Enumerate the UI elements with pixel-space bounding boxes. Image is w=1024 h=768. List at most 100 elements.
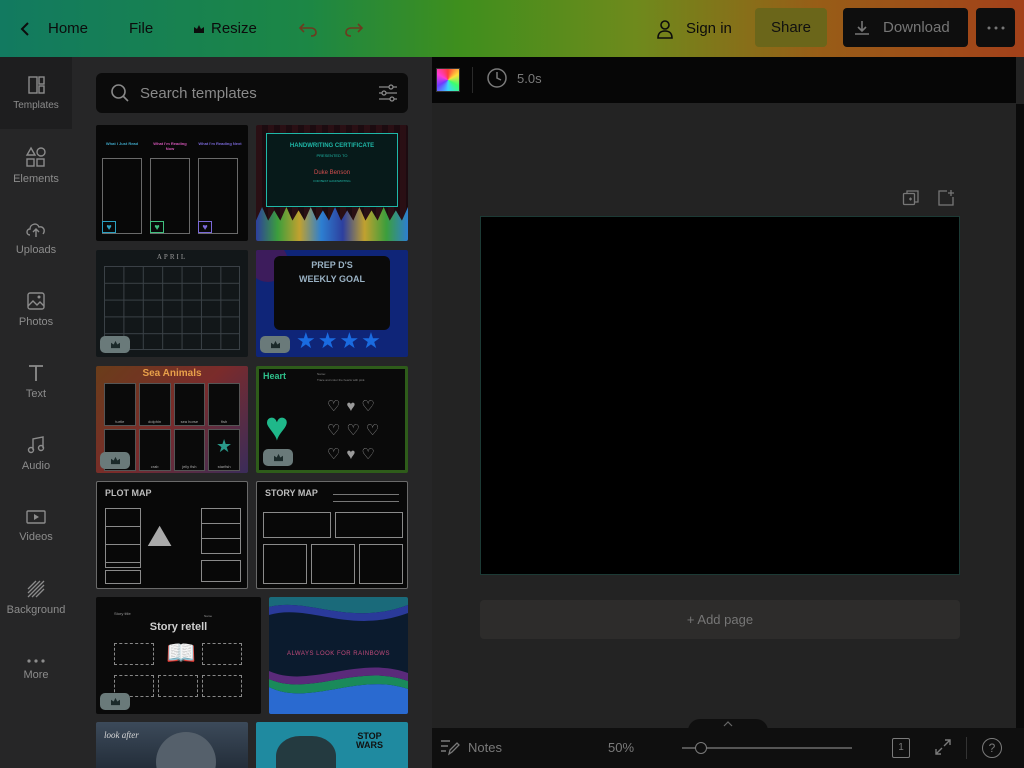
rail-item-audio[interactable]: Audio xyxy=(0,417,72,489)
redo-button[interactable] xyxy=(344,0,364,57)
tile-text: PLOT MAP xyxy=(105,488,152,498)
template-stop-wars[interactable]: STOP WARS xyxy=(256,722,408,768)
tile-text: PREP D'S xyxy=(311,260,353,270)
undo-icon xyxy=(298,22,317,37)
rail-item-text[interactable]: Text xyxy=(0,345,72,417)
rail-item-elements[interactable]: Elements xyxy=(0,129,72,201)
duration-button[interactable]: 5.0s xyxy=(486,67,542,89)
filter-sliders-icon[interactable] xyxy=(378,84,398,102)
redo-icon xyxy=(345,22,364,37)
more-dots-icon xyxy=(987,26,1004,29)
download-icon xyxy=(855,20,869,35)
tile-text: Trace and color the hearts with pink. xyxy=(317,378,366,382)
templates-panel: Search templates What I Just Read What I… xyxy=(72,57,432,768)
expand-icon xyxy=(935,739,951,755)
color-picker-swatch[interactable] xyxy=(436,68,460,92)
help-icon: ? xyxy=(988,741,996,755)
template-weekly-goal[interactable]: PREP D'S WEEKLY GOAL ★★★★ xyxy=(256,250,408,357)
help-button[interactable]: ? xyxy=(982,738,1002,758)
tile-text: APRIL xyxy=(156,253,188,261)
more-dots-icon xyxy=(27,658,45,663)
rail-item-templates[interactable]: Templates xyxy=(0,57,72,129)
premium-badge xyxy=(100,693,130,710)
template-reading-tracker[interactable]: What I Just Read What I'm Reading Now Wh… xyxy=(96,125,248,241)
tile-text: jelly fish xyxy=(182,464,197,469)
template-rainbows[interactable]: ALWAYS LOOK FOR RAINBOWS xyxy=(269,597,408,714)
template-story-map[interactable]: STORY MAP xyxy=(256,481,408,589)
template-story-retell[interactable]: Story title Name Story retell 📖 xyxy=(96,597,261,714)
home-button[interactable]: Home xyxy=(18,0,88,57)
undo-button[interactable] xyxy=(298,0,318,57)
tile-text: Story retell xyxy=(149,621,208,633)
rail-item-videos[interactable]: Videos xyxy=(0,489,72,561)
tile-text: starfish xyxy=(217,464,231,469)
template-handwriting-certificate[interactable]: HANDWRITING CERTIFICATE PRESENTED TO Duk… xyxy=(256,125,408,241)
page-count-button[interactable]: 1 xyxy=(892,738,910,758)
premium-badge xyxy=(260,336,290,353)
fullscreen-button[interactable] xyxy=(934,738,952,759)
tile-text: ALWAYS LOOK FOR RAINBOWS xyxy=(287,651,390,657)
tile-text: Name xyxy=(204,614,213,618)
rail-label-templates: Templates xyxy=(13,100,59,111)
clock-icon xyxy=(487,68,507,88)
rail-item-more[interactable]: More xyxy=(0,633,72,705)
zoom-level[interactable]: 50% xyxy=(608,740,634,755)
notes-icon xyxy=(441,740,460,756)
tile-text: WARS xyxy=(356,740,383,750)
premium-badge xyxy=(100,336,130,353)
rail-label-uploads: Uploads xyxy=(15,243,57,256)
more-options-button[interactable] xyxy=(976,8,1015,47)
duplicate-page-button[interactable] xyxy=(902,189,920,212)
tile-text: Duke Benson xyxy=(313,170,351,176)
rail-item-background[interactable]: Background xyxy=(0,561,72,633)
tile-text: sea horse xyxy=(180,418,199,424)
zoom-slider[interactable] xyxy=(682,747,852,749)
duplicate-icon xyxy=(902,190,919,206)
add-page-icon-button[interactable] xyxy=(937,189,955,212)
add-page-button[interactable]: + Add page xyxy=(480,600,960,639)
crown-icon xyxy=(194,24,204,33)
file-menu-button[interactable]: File xyxy=(129,0,153,57)
tile-text: Sea Animals xyxy=(142,368,202,379)
rail-item-photos[interactable]: Photos xyxy=(0,273,72,345)
elements-icon xyxy=(25,146,46,167)
background-pattern-icon xyxy=(27,580,45,597)
download-label: Download xyxy=(883,19,950,36)
rail-label-photos: Photos xyxy=(18,315,54,328)
crown-icon xyxy=(273,453,283,462)
tile-text: turtle xyxy=(115,418,125,424)
template-april-calendar[interactable]: APRIL xyxy=(96,250,248,357)
rail-item-uploads[interactable]: Uploads xyxy=(0,201,72,273)
canvas-area: 5.0s + Add page Notes 50% 1 ? xyxy=(432,57,1024,768)
design-page[interactable] xyxy=(480,216,960,575)
tile-text: FOR BEST HANDWRITING xyxy=(313,179,351,183)
search-box[interactable]: Search templates xyxy=(96,73,408,113)
music-note-icon xyxy=(27,435,45,453)
resize-button[interactable]: Resize xyxy=(193,0,257,57)
search-input[interactable]: Search templates xyxy=(140,85,378,102)
rail-label-videos: Videos xyxy=(19,530,53,543)
templates-icon xyxy=(28,76,45,94)
video-icon xyxy=(26,509,46,524)
share-label: Share xyxy=(770,19,812,36)
duration-label: 5.0s xyxy=(517,70,542,86)
crown-icon xyxy=(270,340,280,349)
chevron-up-icon xyxy=(723,721,733,727)
upload-cloud-icon xyxy=(26,222,45,237)
footer-divider xyxy=(966,737,967,759)
template-plot-map[interactable]: PLOT MAP Setting ⛰ xyxy=(96,481,248,589)
notes-button[interactable]: Notes xyxy=(440,738,502,756)
crown-icon xyxy=(110,456,120,465)
download-button[interactable]: Download xyxy=(843,8,968,47)
canvas-scrollbar[interactable] xyxy=(1016,104,1024,728)
template-heart-coloring[interactable]: Heart Name: Trace and color the hearts w… xyxy=(256,366,408,473)
sign-in-button[interactable]: Sign in xyxy=(656,0,732,57)
rail-label-elements: Elements xyxy=(13,172,59,185)
tile-text: WEEKLY GOAL xyxy=(298,274,365,284)
template-look-after[interactable]: look after xyxy=(96,722,248,768)
share-button[interactable]: Share xyxy=(755,8,827,47)
template-sea-animals[interactable]: Sea Animals turtle dolphin sea horse fis… xyxy=(96,366,248,473)
zoom-slider-handle[interactable] xyxy=(695,742,707,754)
resize-label: Resize xyxy=(211,20,257,37)
add-page-label: + Add page xyxy=(686,612,754,627)
